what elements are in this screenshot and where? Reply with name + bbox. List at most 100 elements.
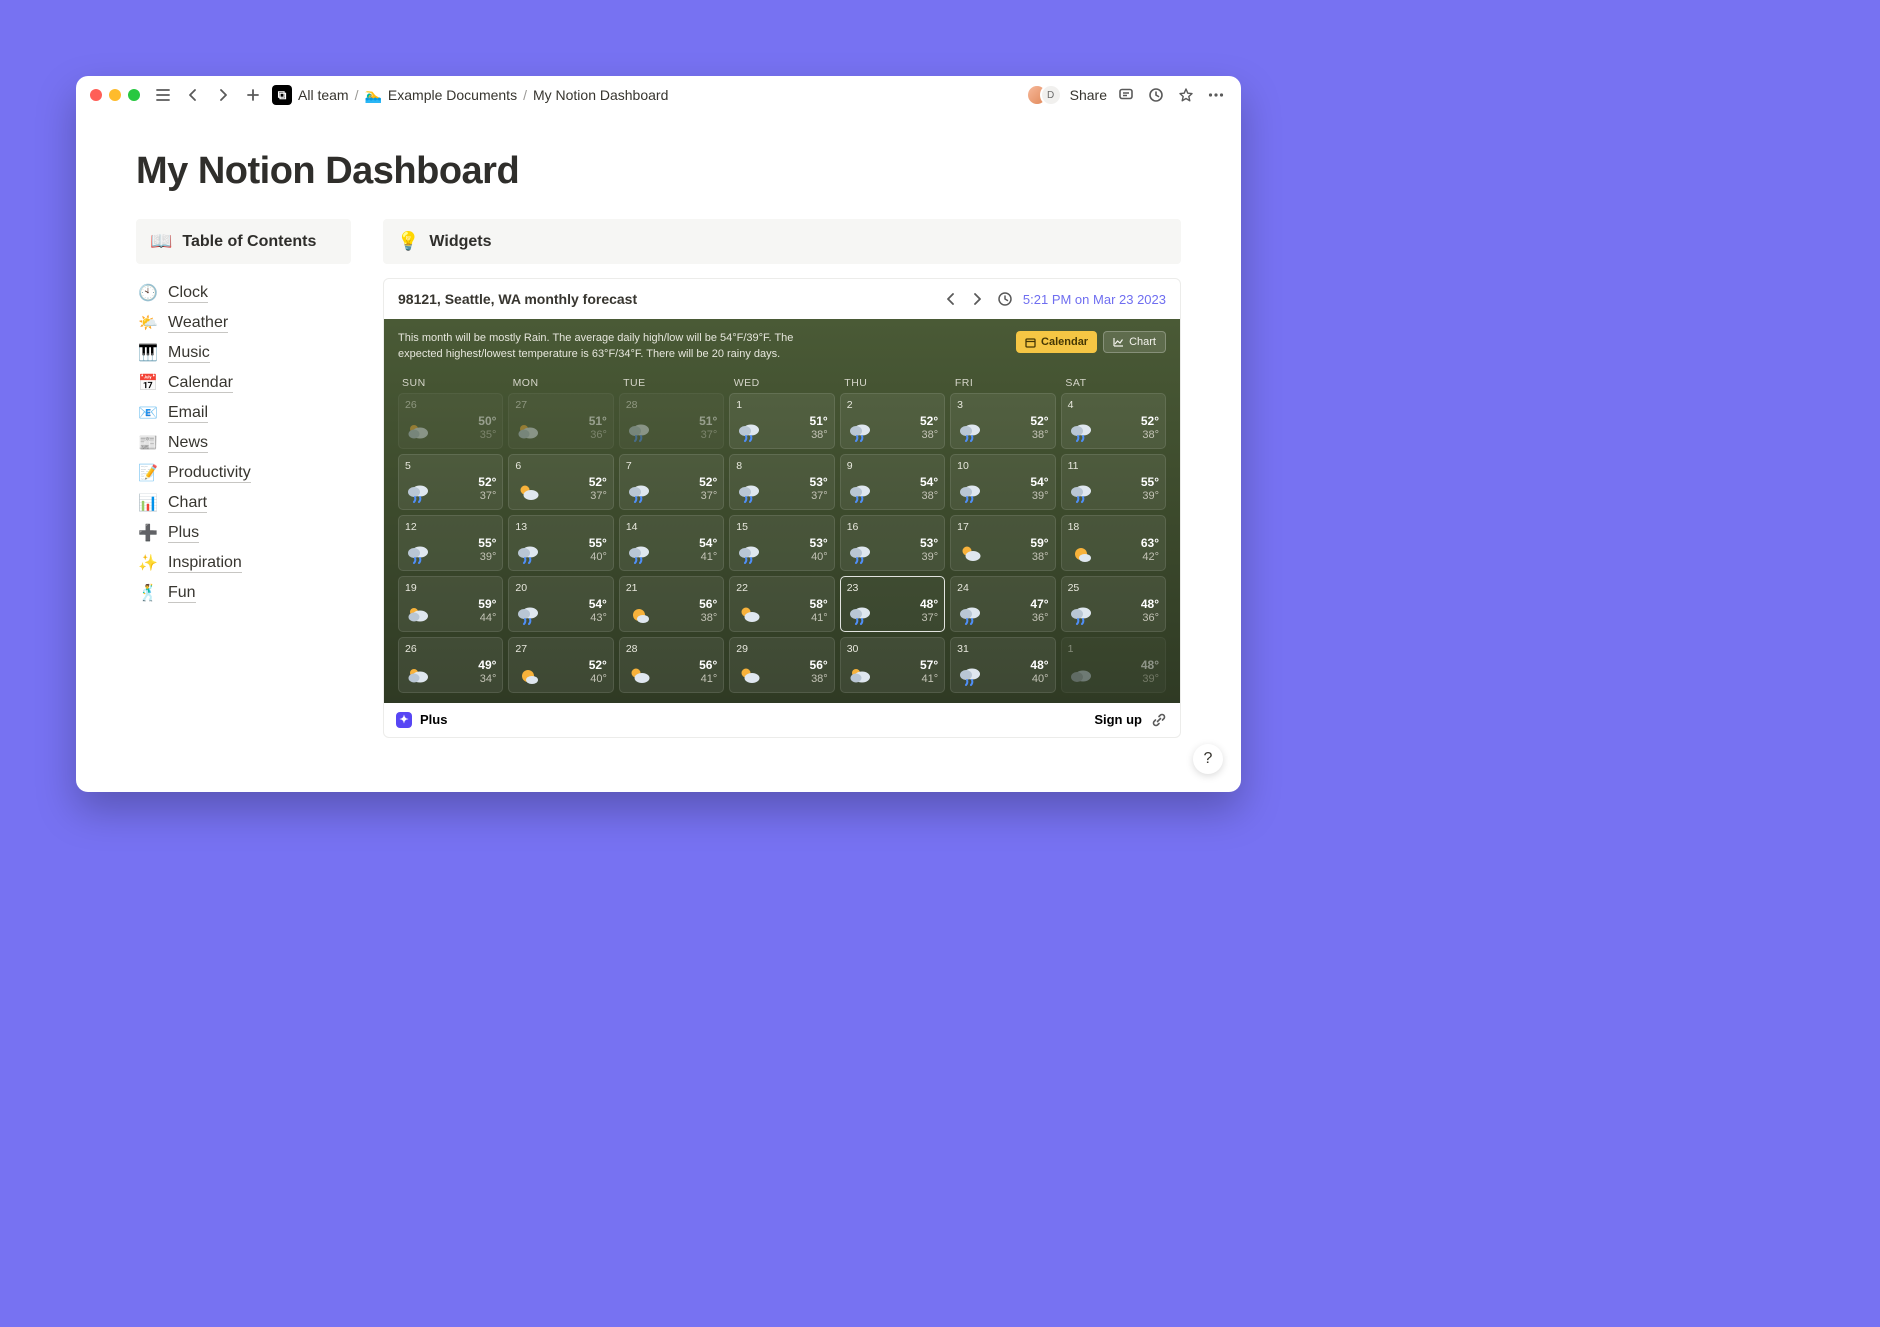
forecast-day[interactable]: 26 49° 34° [398,637,503,693]
minimize-window-button[interactable] [109,89,121,101]
share-button[interactable]: Share [1070,87,1107,103]
prev-snapshot-button[interactable] [941,289,961,309]
forecast-day[interactable]: 27 52° 40° [508,637,613,693]
toc-item-weather[interactable]: 🌤️Weather [136,308,351,338]
forecast-day[interactable]: 14 54° 41° [619,515,724,571]
toc-item-email[interactable]: 📧Email [136,398,351,428]
forecast-day[interactable]: 3 52° 38° [950,393,1055,449]
menu-icon[interactable] [152,84,174,106]
forecast-day[interactable]: 4 52° 38° [1061,393,1166,449]
forecast-day[interactable]: 20 54° 43° [508,576,613,632]
toc-header: 📖 Table of Contents [136,219,351,264]
weather-rain-icon [847,605,873,625]
close-window-button[interactable] [90,89,102,101]
forecast-day[interactable]: 8 53° 37° [729,454,834,510]
toc-item-clock[interactable]: 🕙Clock [136,278,351,308]
breadcrumb-folder[interactable]: Example Documents [388,87,517,103]
day-temps: 56° 38° [810,659,828,685]
next-snapshot-button[interactable] [967,289,987,309]
new-page-button[interactable] [242,84,264,106]
forecast-day[interactable]: 16 53° 39° [840,515,945,571]
toc-item-calendar[interactable]: 📅Calendar [136,368,351,398]
favorite-icon[interactable] [1175,84,1197,106]
forecast-day[interactable]: 1 51° 38° [729,393,834,449]
forecast-day[interactable]: 22 58° 41° [729,576,834,632]
forecast-day[interactable]: 10 54° 39° [950,454,1055,510]
link-icon[interactable] [1150,711,1168,729]
forecast-day[interactable]: 27 51° 36° [508,393,613,449]
day-number: 30 [847,643,938,655]
low-temp: 39° [1030,490,1048,503]
forecast-day[interactable]: 15 53° 40° [729,515,834,571]
toc-item-label: Weather [168,314,228,333]
calendar-view-button[interactable]: Calendar [1016,331,1097,353]
chart-view-button[interactable]: Chart [1103,331,1166,353]
forecast-day[interactable]: 30 57° 41° [840,637,945,693]
maximize-window-button[interactable] [128,89,140,101]
high-temp: 48° [1030,659,1048,673]
forecast-day[interactable]: 9 54° 38° [840,454,945,510]
page-title[interactable]: My Notion Dashboard [136,150,1181,193]
forecast-day[interactable]: 7 52° 37° [619,454,724,510]
comments-icon[interactable] [1115,84,1137,106]
breadcrumb-page[interactable]: My Notion Dashboard [533,87,668,103]
day-temps: 54° 38° [920,476,938,502]
forecast-day[interactable]: 28 51° 37° [619,393,724,449]
day-number: 23 [847,582,938,594]
weather-sunny-icon [1068,544,1094,564]
help-button[interactable]: ? [1193,744,1223,774]
forecast-day[interactable]: 11 55° 39° [1061,454,1166,510]
weather-rain-icon [957,605,983,625]
forecast-day[interactable]: 21 56° 38° [619,576,724,632]
toc-item-productivity[interactable]: 📝Productivity [136,458,351,488]
forecast-day[interactable]: 12 55° 39° [398,515,503,571]
toc-item-fun[interactable]: 🕺Fun [136,578,351,608]
forecast-day[interactable]: 17 59° 38° [950,515,1055,571]
day-temps: 50° 35° [478,415,496,441]
forecast-day[interactable]: 31 48° 40° [950,637,1055,693]
day-temps: 56° 38° [699,598,717,624]
day-number: 24 [957,582,1048,594]
forward-button[interactable] [212,84,234,106]
weather-rain-icon [626,544,652,564]
updates-icon[interactable] [1145,84,1167,106]
high-temp: 51° [589,415,607,429]
more-icon[interactable] [1205,84,1227,106]
forecast-day[interactable]: 24 47° 36° [950,576,1055,632]
high-temp: 55° [1141,476,1159,490]
signup-button[interactable]: Sign up [1094,712,1142,727]
high-temp: 48° [1141,598,1159,612]
weather-sun-icon [626,666,652,686]
toc-item-music[interactable]: 🎹Music [136,338,351,368]
toc-item-chart[interactable]: 📊Chart [136,488,351,518]
forecast-day[interactable]: 23 48° 37° [840,576,945,632]
low-temp: 37° [920,612,938,625]
forecast-day[interactable]: 25 48° 36° [1061,576,1166,632]
forecast-day[interactable]: 5 52° 37° [398,454,503,510]
toc-item-plus[interactable]: ➕Plus [136,518,351,548]
day-number: 28 [626,399,717,411]
day-number: 26 [405,399,496,411]
forecast-day[interactable]: 2 52° 38° [840,393,945,449]
day-number: 7 [626,460,717,472]
forecast-day[interactable]: 29 56° 38° [729,637,834,693]
breadcrumb-workspace[interactable]: All team [298,87,349,103]
weather-sunny-icon [515,666,541,686]
forecast-day[interactable]: 1 48° 39° [1061,637,1166,693]
toc-item-news[interactable]: 📰News [136,428,351,458]
forecast-day[interactable]: 28 56° 41° [619,637,724,693]
toc-item-inspiration[interactable]: ✨Inspiration [136,548,351,578]
forecast-day[interactable]: 19 59° 44° [398,576,503,632]
forecast-day[interactable]: 18 63° 42° [1061,515,1166,571]
low-temp: 38° [920,490,938,503]
forecast-day[interactable]: 6 52° 37° [508,454,613,510]
day-temps: 55° 40° [589,537,607,563]
forecast-day[interactable]: 13 55° 40° [508,515,613,571]
forecast-body: This month will be mostly Rain. The aver… [384,319,1180,703]
back-button[interactable] [182,84,204,106]
low-temp: 38° [810,673,828,686]
forecast-day[interactable]: 26 50° 35° [398,393,503,449]
presence-avatars[interactable]: D [1026,84,1062,106]
day-temps: 55° 39° [478,537,496,563]
workspace-icon[interactable]: ⧉ [272,85,292,105]
